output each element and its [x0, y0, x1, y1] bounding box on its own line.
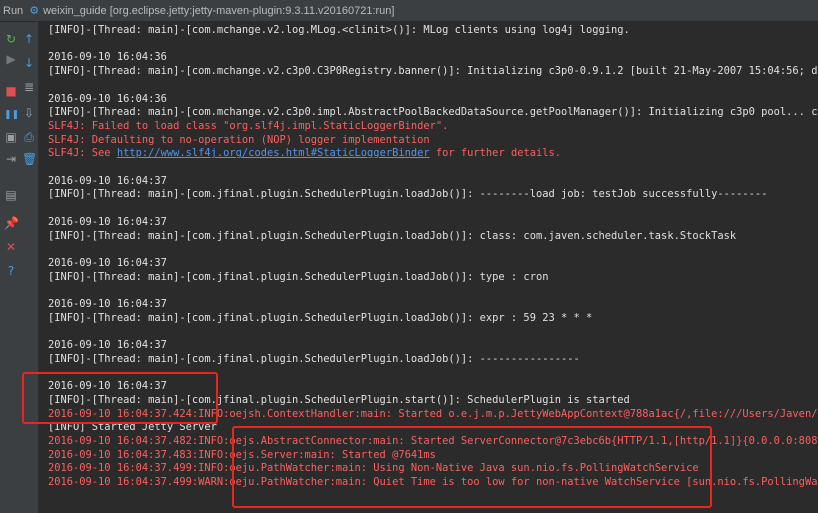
pin-icon[interactable]: 📌 — [4, 216, 19, 230]
console-line-text: 2016-09-10 16:04:36 — [48, 92, 167, 105]
resume-icon[interactable]: ▶ — [4, 52, 18, 66]
console-line: SLF4J: See http://www.slf4j.org/codes.ht… — [48, 147, 561, 161]
console-line-text: SLF4J: Failed to load class "org.slf4j.i… — [48, 119, 449, 132]
pause-icon[interactable]: ❚❚ — [4, 108, 19, 122]
console-line-text: 2016-09-10 16:04:37 — [48, 339, 167, 352]
stop-icon[interactable]: ■ — [4, 84, 18, 98]
console-line-text: [INFO]-[Thread: main]-[com.jfinal.plugin… — [48, 352, 580, 365]
highlight-box-server — [232, 426, 712, 508]
console-line: SLF4J: Defaulting to no-operation (NOP) … — [48, 134, 430, 148]
console-line-text: [INFO]-[Thread: main]-[com.jfinal.plugin… — [48, 270, 549, 283]
close-icon[interactable]: ✕ — [4, 240, 18, 254]
console-line: 2016-09-10 16:04:37 — [48, 298, 167, 312]
console-line: [INFO]-[Thread: main]-[com.jfinal.plugin… — [48, 312, 592, 326]
console-line: [INFO]-[Thread: main]-[com.jfinal.plugin… — [48, 271, 548, 285]
clear-icon[interactable]: 🗑 — [22, 152, 37, 166]
console-line-suffix: for further details. — [429, 147, 561, 160]
console-line: 2016-09-10 16:04:36 — [48, 93, 167, 107]
console-line-text: 2016-09-10 16:04:37 — [48, 256, 167, 269]
layout-icon[interactable]: ▤ — [4, 188, 18, 202]
console-line-text: 2016-09-10 16:04:37 — [48, 174, 167, 187]
console-line: 2016-09-10 16:04:37 — [48, 257, 167, 271]
console-line: [INFO]-[Thread: main]-[com.mchange.v2.lo… — [48, 24, 630, 38]
console-line-text: [INFO]-[Thread: main]-[com.jfinal.plugin… — [48, 229, 737, 242]
console-line-text: SLF4J: See — [48, 147, 117, 160]
console-line: [INFO]-[Thread: main]-[com.mchange.v2.c3… — [48, 106, 818, 120]
console-line: 2016-09-10 16:04:36 — [48, 51, 167, 65]
rerun-icon[interactable]: ↻ — [4, 32, 18, 46]
run-config-name: weixin_guide — [43, 4, 107, 17]
console-line-text: [INFO]-[Thread: main]-[com.mchange.v2.c3… — [48, 65, 818, 78]
print-icon[interactable]: ⎙ — [22, 130, 36, 144]
console-line-text: 2016-09-10 16:04:36 — [48, 51, 167, 64]
console-line: 2016-09-10 16:04:37 — [48, 175, 167, 189]
console-line: [INFO]-[Thread: main]-[com.jfinal.plugin… — [48, 230, 736, 244]
console-line-text: 2016-09-10 16:04:37 — [48, 298, 167, 310]
exit-icon[interactable]: ⇥ — [4, 152, 18, 166]
console-line: 2016-09-10 16:04:37 — [48, 339, 167, 353]
console-line-text: [INFO]-[Thread: main]-[com.mchange.v2.c3… — [48, 106, 818, 119]
run-label: Run — [3, 4, 24, 17]
scroll-end-icon[interactable]: ⇩ — [22, 106, 36, 120]
run-config-detail: [org.eclipse.jetty:jetty-maven-plugin:9.… — [109, 4, 395, 17]
wrap-lines-icon[interactable]: ≣ — [22, 80, 36, 94]
console-line: 2016-09-10 16:04:37 — [48, 216, 167, 230]
run-toolbar: ↻ ↑ ▶ ↓ ■ ≣ ❚❚ ⇩ ▣ ⎙ ⇥ 🗑 ▤ 📌 ✕? — [0, 22, 39, 513]
console-line: [INFO]-[Thread: main]-[com.jfinal.plugin… — [48, 188, 767, 202]
console-line-text: SLF4J: Defaulting to no-operation (NOP) … — [48, 133, 430, 146]
dump-threads-icon[interactable]: ▣ — [4, 130, 18, 144]
console-link[interactable]: http://www.slf4j.org/codes.html#StaticLo… — [117, 147, 430, 159]
console-line-text: [INFO]-[Thread: main]-[com.mchange.v2.lo… — [48, 24, 630, 36]
console-line: [INFO]-[Thread: main]-[com.jfinal.plugin… — [48, 353, 580, 367]
console-line-text: [INFO]-[Thread: main]-[com.jfinal.plugin… — [48, 188, 768, 201]
help-icon[interactable]: ? — [4, 264, 18, 278]
run-config-icon: ⚙ — [29, 5, 40, 17]
console-line: [INFO]-[Thread: main]-[com.mchange.v2.c3… — [48, 65, 818, 79]
highlight-box-scheduler — [22, 372, 218, 424]
run-config-tab[interactable]: weixin_guide [org.eclipse.jetty:jetty-ma… — [43, 5, 394, 17]
up-arrow-icon[interactable]: ↑ — [22, 32, 36, 46]
console-line-text: [INFO]-[Thread: main]-[com.jfinal.plugin… — [48, 311, 593, 324]
run-tool-window-header: Run ⚙ weixin_guide [org.eclipse.jetty:je… — [0, 0, 818, 22]
down-arrow-icon[interactable]: ↓ — [22, 56, 36, 70]
console-line: SLF4J: Failed to load class "org.slf4j.i… — [48, 120, 448, 134]
console-line-text: 2016-09-10 16:04:37 — [48, 215, 167, 228]
